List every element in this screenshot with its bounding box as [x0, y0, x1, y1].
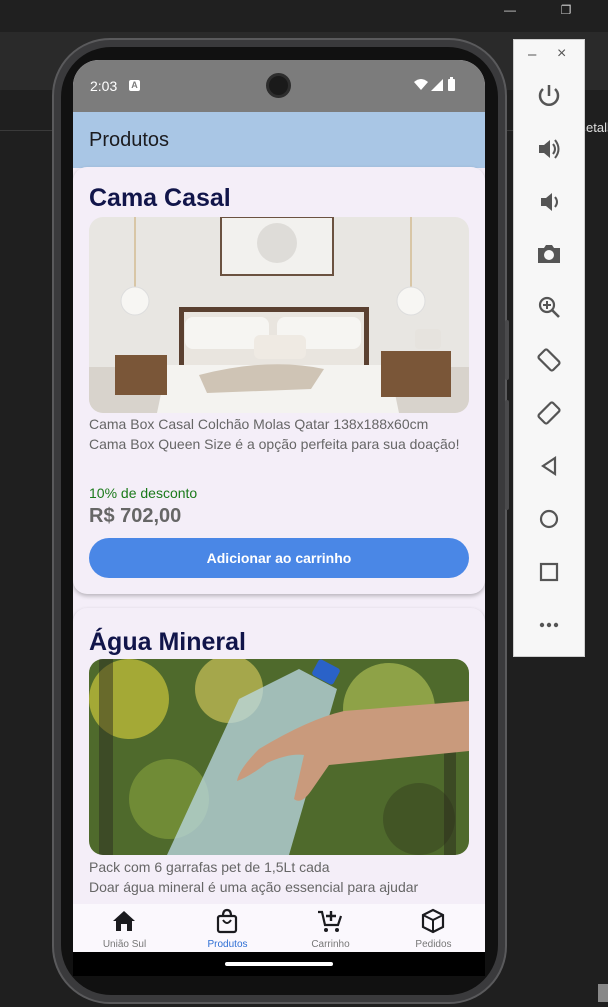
volume-down-icon[interactable] — [535, 188, 563, 216]
nav-item-pedidos[interactable]: Pedidos — [382, 904, 485, 952]
phone-side-button — [505, 320, 509, 380]
zoom-icon[interactable] — [535, 293, 563, 321]
battery-icon — [448, 79, 455, 91]
volume-up-icon[interactable] — [535, 135, 563, 163]
product-price: R$ 702,00 — [89, 505, 182, 527]
product-card: Cama Casal Cama Box Casal Colchão Molas … — [73, 167, 485, 594]
package-icon — [421, 908, 445, 934]
add-cart-icon — [318, 910, 343, 932]
nav-item-produtos[interactable]: Produtos — [176, 904, 279, 952]
front-camera — [266, 73, 291, 98]
host-peek-text: etalh — [586, 120, 608, 135]
rotate-left-icon[interactable] — [535, 346, 563, 374]
nav-label: Carrinho — [311, 939, 350, 950]
shopping-bag-icon — [216, 908, 238, 934]
back-icon[interactable] — [535, 452, 563, 480]
product-image — [89, 217, 469, 413]
rotate-right-icon[interactable] — [535, 399, 563, 427]
phone-screen: 2:03 A Produtos Cama Casal Cama Box Casa… — [73, 60, 485, 976]
window-minimize-icon[interactable]: — — [500, 2, 520, 18]
signal-icon — [431, 79, 443, 91]
status-time: 2:03 — [90, 78, 118, 94]
product-description: Pack com 6 garrafas pet de 1,5Lt cada Do… — [89, 859, 419, 895]
add-to-cart-button[interactable]: Adicionar ao carrinho — [89, 538, 469, 578]
app-bar: Produtos — [73, 112, 485, 168]
product-description: Cama Box Casal Colchão Molas Qatar 138x1… — [89, 416, 460, 452]
home-icon — [113, 911, 135, 931]
bedroom-photo — [89, 217, 469, 413]
host-scroll-corner — [598, 984, 608, 1002]
nav-item-uniao-sul[interactable]: União Sul — [73, 904, 176, 952]
gesture-handle[interactable] — [225, 962, 333, 966]
water-bottle-photo — [89, 659, 469, 855]
overview-icon[interactable] — [535, 558, 563, 586]
discount-label: 10% de desconto — [89, 485, 198, 501]
power-icon[interactable] — [535, 82, 563, 110]
nav-label: Pedidos — [415, 939, 452, 950]
wifi-icon — [414, 79, 428, 90]
phone-side-button — [505, 400, 509, 510]
camera-icon[interactable] — [535, 240, 563, 268]
gesture-area — [73, 952, 485, 976]
panel-minimize-button[interactable]: – — [528, 46, 536, 63]
emulator-panel-header: – × — [514, 40, 586, 70]
more-icon[interactable] — [535, 611, 563, 639]
status-icons — [414, 77, 455, 91]
host-titlebar: — ❐ — [0, 0, 608, 32]
product-title: Cama Casal — [89, 184, 231, 212]
nav-label: Produtos — [207, 939, 248, 950]
home-circle-icon[interactable] — [535, 505, 563, 533]
status-bar: 2:03 A — [73, 60, 485, 112]
panel-close-button[interactable]: × — [557, 45, 566, 63]
page-title: Produtos — [89, 129, 170, 151]
bottom-nav: União Sul Produtos Carrinho Pedidos — [73, 904, 485, 952]
product-title: Água Mineral — [89, 628, 246, 656]
nav-item-carrinho[interactable]: Carrinho — [279, 904, 382, 952]
notification-icon: A — [129, 80, 140, 91]
product-image — [89, 659, 469, 855]
emulator-controls: – × — [513, 39, 585, 657]
window-restore-icon[interactable]: ❐ — [556, 2, 576, 18]
nav-label: União Sul — [102, 939, 147, 950]
